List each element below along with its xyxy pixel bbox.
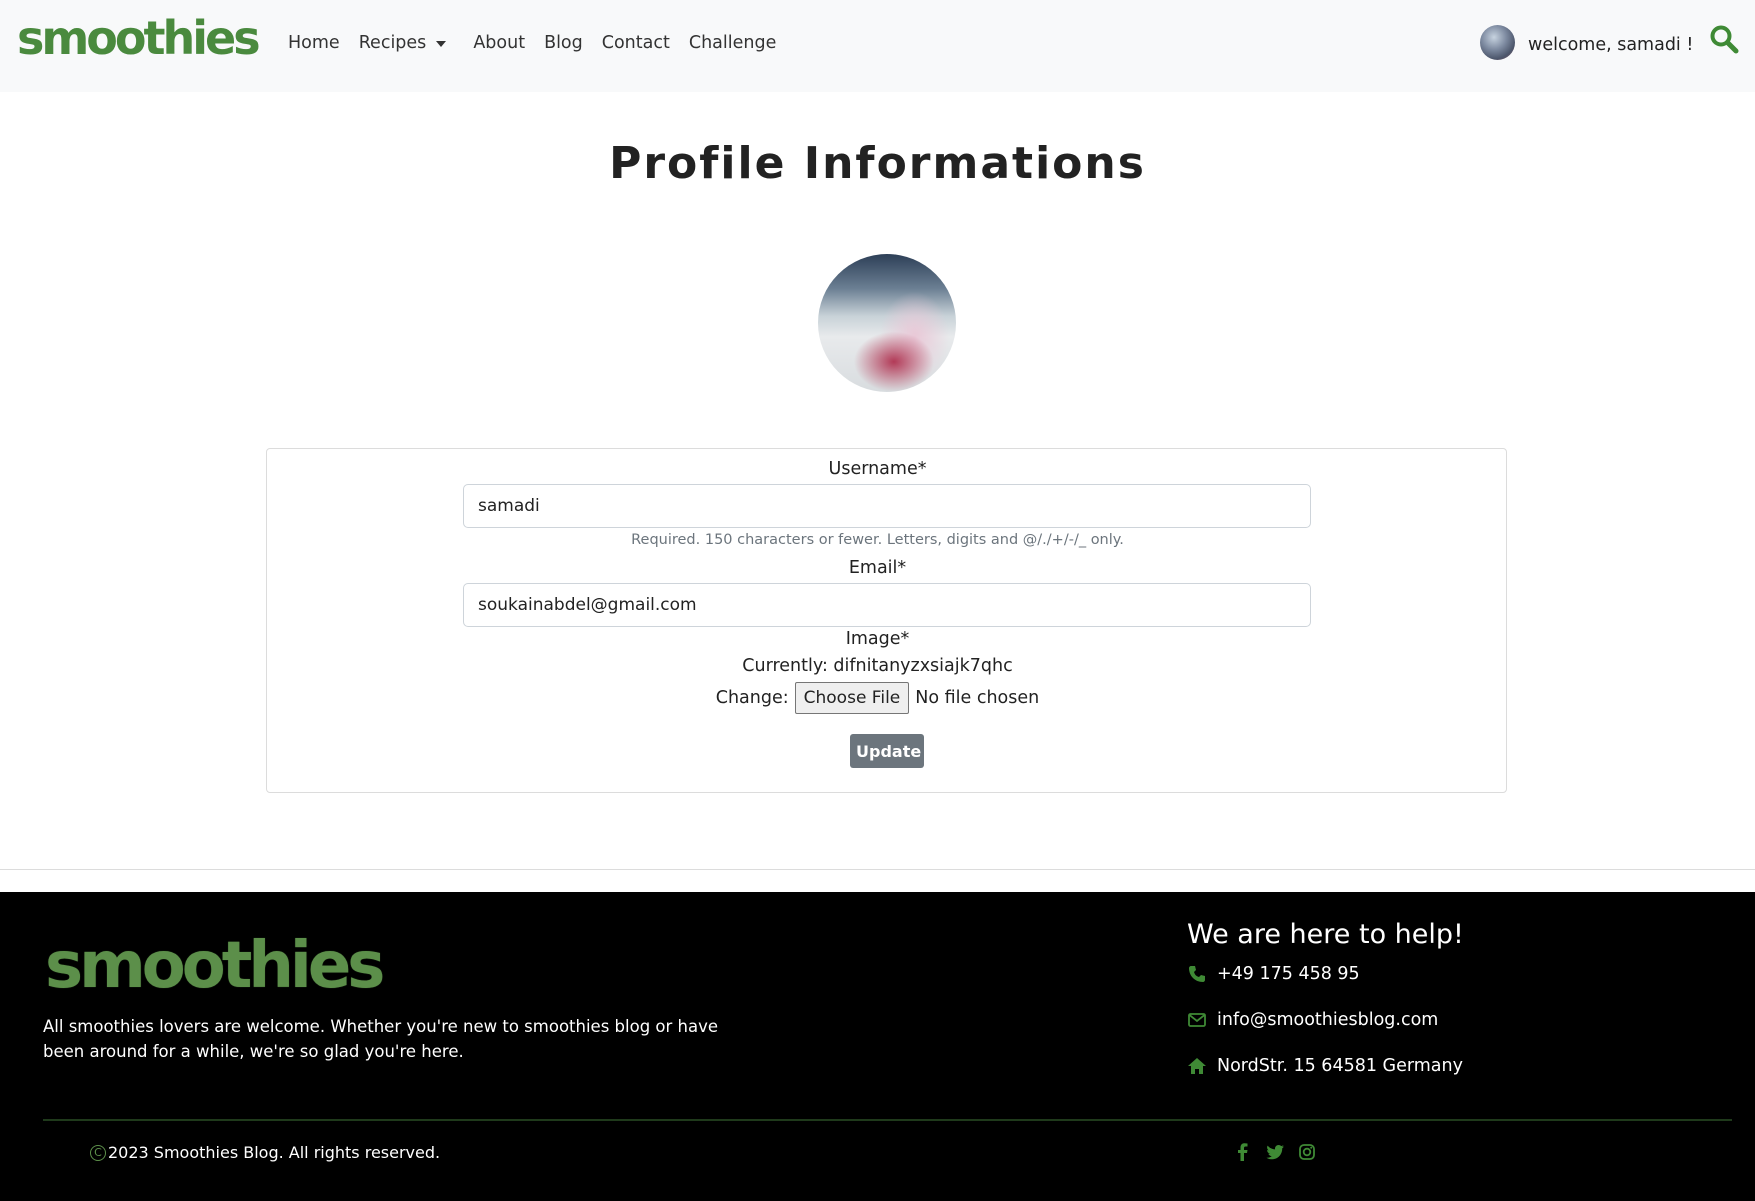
envelope-icon xyxy=(1188,1013,1206,1027)
brand-logo[interactable]: smoothies xyxy=(17,10,261,66)
search-icon[interactable] xyxy=(1709,24,1739,54)
phone-icon xyxy=(1189,966,1205,982)
brand-logo-text: smoothies xyxy=(17,11,261,65)
copyright: C 2023 Smoothies Blog. All rights reserv… xyxy=(90,1143,440,1162)
nav-item-home[interactable]: Home xyxy=(288,33,340,53)
nav-item-contact[interactable]: Contact xyxy=(602,33,670,53)
address-text: NordStr. 15 64581 Germany xyxy=(1217,1056,1463,1076)
home-icon xyxy=(1188,1058,1206,1074)
footer: smoothies All smoothies lovers are welco… xyxy=(0,892,1755,1201)
email-label: Email* xyxy=(848,558,907,578)
email-text[interactable]: info@smoothiesblog.com xyxy=(1217,1010,1438,1030)
nav-item-recipes-label: Recipes xyxy=(358,33,427,53)
footer-divider xyxy=(43,1119,1732,1121)
username-input[interactable] xyxy=(463,484,1311,528)
facebook-icon[interactable] xyxy=(1233,1142,1253,1162)
chevron-down-icon xyxy=(436,41,447,47)
twitter-icon[interactable] xyxy=(1265,1142,1285,1162)
update-button[interactable]: Update xyxy=(850,734,924,768)
footer-logo[interactable]: smoothies xyxy=(45,928,385,1004)
nav-item-recipes[interactable]: Recipes xyxy=(359,33,447,53)
contact-phone: +49 175 458 95 xyxy=(1187,964,1360,984)
phone-text: +49 175 458 95 xyxy=(1217,964,1360,984)
nav-links: Home Recipes About Blog Contact Challeng… xyxy=(288,33,795,53)
avatar[interactable] xyxy=(1480,25,1515,60)
nav-item-blog[interactable]: Blog xyxy=(544,33,583,53)
nav-item-about[interactable]: About xyxy=(473,33,525,53)
social-links xyxy=(1233,1142,1317,1162)
current-image-text[interactable]: Currently: difnitanyzxsiajk7qhc xyxy=(0,656,1755,676)
no-file-text: No file chosen xyxy=(915,688,1040,708)
username-help-text: Required. 150 characters or fewer. Lette… xyxy=(631,532,1124,548)
copyright-text: 2023 Smoothies Blog. All rights reserved… xyxy=(108,1143,441,1162)
file-upload-row: Change: Choose File No file chosen xyxy=(0,681,1755,715)
username-label: Username* xyxy=(828,459,927,479)
footer-description: All smoothies lovers are welcome. Whethe… xyxy=(43,1017,719,1061)
instagram-icon[interactable] xyxy=(1297,1142,1317,1162)
image-label: Image* xyxy=(845,629,910,649)
profile-picture xyxy=(818,254,956,392)
email-input[interactable] xyxy=(463,583,1311,627)
contact-address: NordStr. 15 64581 Germany xyxy=(1187,1056,1463,1076)
change-label: Change: xyxy=(715,688,789,708)
copyright-icon: C xyxy=(90,1144,106,1161)
welcome-text: welcome, samadi ! xyxy=(1528,35,1694,55)
nav-item-challenge[interactable]: Challenge xyxy=(689,33,777,53)
contact-email: info@smoothiesblog.com xyxy=(1187,1010,1438,1030)
help-title: We are here to help! xyxy=(1187,919,1464,950)
navbar: smoothies Home Recipes About Blog Contac… xyxy=(0,0,1755,92)
footer-logo-text: smoothies xyxy=(45,929,385,1003)
choose-file-button[interactable]: Choose File xyxy=(794,682,910,714)
page-title: Profile Informations xyxy=(609,138,1146,189)
divider xyxy=(0,869,1755,870)
